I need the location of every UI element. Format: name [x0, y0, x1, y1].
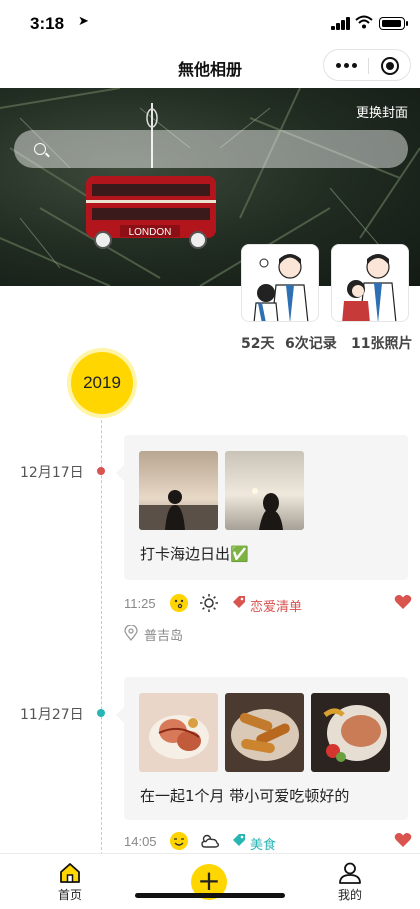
entry-card[interactable]: 在一起1个月 带小可爱吃顿好的 — [116, 677, 408, 820]
photo-thumbnail[interactable] — [311, 693, 390, 772]
home-icon — [60, 863, 80, 883]
mood-kiss-icon — [170, 594, 188, 612]
miniprogram-capsule — [323, 49, 411, 81]
entry-date: 12月17日 — [20, 465, 84, 481]
photo-thumbnail[interactable] — [225, 693, 304, 772]
entry-meta: 14:05 美食 — [124, 830, 412, 854]
more-icon[interactable] — [336, 63, 358, 69]
entry-text: 在一起1个月 带小可爱吃顿好的 — [140, 787, 350, 805]
couple-illustration-1 — [253, 254, 309, 321]
status-bar: 3:18 ➤ — [0, 0, 420, 48]
nav-bar: 無他相册 — [0, 48, 420, 88]
location-icon: ➤ — [78, 14, 89, 29]
search-icon — [34, 143, 46, 155]
heart-icon[interactable] — [394, 831, 412, 849]
location-pin-icon — [124, 625, 138, 641]
year-badge: 2019 — [71, 352, 133, 414]
wifi-icon — [355, 15, 373, 29]
couple-avatar-1[interactable] — [241, 244, 319, 322]
couple-avatar-2[interactable] — [331, 244, 409, 322]
entry-tag[interactable]: 恋爱清单 — [250, 596, 302, 615]
tag-icon — [233, 834, 245, 846]
couple-illustration-2 — [342, 254, 397, 321]
timeline-dot — [97, 467, 105, 475]
mood-yummy-icon — [170, 832, 188, 850]
photo-thumbnail[interactable] — [225, 451, 304, 530]
entry-tag[interactable]: 美食 — [250, 834, 276, 853]
tab-bar: 首页 + 我的 — [0, 853, 420, 909]
entry-meta: 11:25 恋爱清单 — [124, 592, 412, 616]
tag-icon — [233, 596, 245, 608]
weather-sunny-icon — [200, 594, 218, 612]
entry-card[interactable]: 打卡海边日出✅ — [116, 435, 408, 580]
stat-photos: 11张照片 — [351, 336, 413, 352]
tab-home[interactable]: 首页 — [40, 862, 100, 903]
entry-location[interactable]: 普吉岛 — [124, 624, 324, 644]
search-input[interactable] — [14, 130, 408, 168]
entry-date: 11月27日 — [20, 707, 84, 723]
entry-time: 11:25 — [124, 596, 156, 611]
entry-time: 14:05 — [124, 834, 157, 849]
stat-records: 6次记录 — [285, 336, 337, 352]
home-indicator — [135, 893, 285, 898]
photo-thumbnail[interactable] — [139, 451, 218, 530]
timeline-dot — [97, 709, 105, 717]
tab-mine[interactable]: 我的 — [320, 862, 380, 903]
signal-icon — [331, 17, 351, 30]
ornament-label: LONDON — [129, 227, 172, 238]
tab-home-label: 首页 — [57, 888, 82, 902]
timeline-line — [101, 380, 102, 860]
location-label: 普吉岛 — [144, 629, 184, 644]
heart-icon[interactable] — [394, 593, 412, 611]
entry-text: 打卡海边日出✅ — [140, 545, 249, 563]
status-time: 3:18 — [30, 14, 65, 33]
weather-cloudy-icon — [201, 834, 220, 848]
tab-mine-label: 我的 — [337, 888, 362, 902]
photo-thumbnail[interactable] — [139, 693, 218, 772]
stat-days: 52天 — [241, 336, 275, 352]
change-cover-button[interactable]: 更换封面 — [356, 102, 408, 121]
close-icon[interactable] — [381, 57, 399, 75]
user-icon — [339, 862, 361, 884]
battery-icon — [379, 17, 408, 30]
